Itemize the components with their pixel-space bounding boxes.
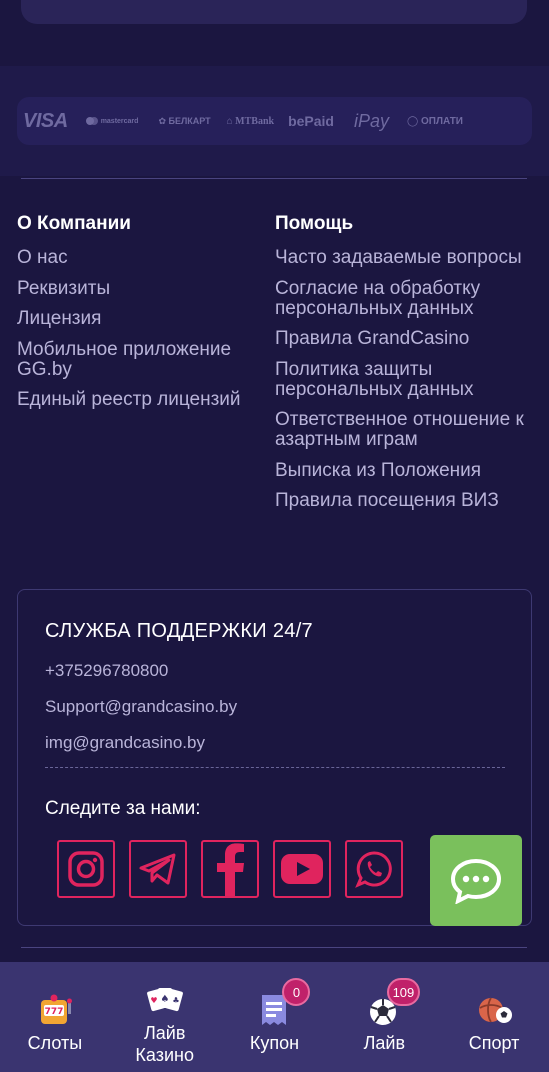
nav-sport-label: Спорт: [468, 1033, 520, 1053]
facebook-icon[interactable]: [201, 840, 259, 898]
nav-sport[interactable]: Спорт: [439, 962, 549, 1072]
chat-icon: [450, 858, 502, 904]
belkart-logo: ✿ БЕЛКАРТ: [158, 115, 211, 127]
nav-slots[interactable]: 777 Слоты: [0, 962, 110, 1072]
ipay-logo: iPay: [353, 110, 389, 131]
bottom-divider: [21, 947, 527, 948]
support-email[interactable]: Support@grandcasino.by: [45, 697, 237, 717]
support-phone[interactable]: +375296780800: [45, 661, 168, 681]
sport-balls-icon: [476, 992, 513, 1028]
bepaid-logo: bePaid: [288, 113, 334, 129]
visa-logo: VISA: [23, 109, 68, 132]
nav-coupon[interactable]: 0 Купон: [220, 962, 330, 1072]
coupon-badge: 0: [282, 978, 311, 1006]
soccer-ball-icon: 109: [366, 978, 421, 1028]
instagram-icon[interactable]: [57, 840, 115, 898]
link-mobile-app[interactable]: Мобильное приложение GG.by: [17, 339, 267, 380]
company-column: О Компании О нас Реквизиты Лицензия Моби…: [17, 213, 267, 421]
nav-live-casino[interactable]: ♠ ♥ ♣ Лайв Казино: [110, 962, 220, 1072]
payment-methods: VISA mastercard ✿ БЕЛКАРТ ⌂ MTBank bePai…: [17, 97, 532, 145]
support-title: СЛУЖБА ПОДДЕРЖКИ 24/7: [45, 620, 313, 642]
img-email[interactable]: img@grandcasino.by: [45, 733, 205, 753]
link-license[interactable]: Лицензия: [17, 309, 267, 329]
slot-machine-icon: 777: [37, 992, 73, 1028]
bottom-navigation: 777 Слоты ♠ ♥ ♣ Лайв Казино 0 Купон 109 …: [0, 962, 549, 1072]
svg-text:♠: ♠: [160, 994, 169, 1005]
mtbank-logo: ⌂ MTBank: [226, 115, 275, 127]
nav-live-label: Лайв: [363, 1033, 406, 1053]
coupon-icon: 0: [256, 978, 311, 1028]
live-badge: 109: [386, 978, 421, 1006]
chat-button[interactable]: [430, 835, 522, 926]
youtube-icon[interactable]: [273, 840, 331, 898]
top-card: [21, 0, 527, 24]
nav-coupon-label: Купон: [249, 1033, 300, 1053]
divider: [21, 178, 527, 179]
svg-text:♣: ♣: [172, 996, 179, 1005]
dashed-divider: [45, 767, 505, 768]
link-rules[interactable]: Правила GrandCasino: [275, 329, 535, 349]
nav-live[interactable]: 109 Лайв: [329, 962, 439, 1072]
link-license-registry[interactable]: Единый реестр лицензий: [17, 390, 267, 410]
link-visit-rules[interactable]: Правила посещения ВИЗ: [275, 491, 535, 511]
whatsapp-icon[interactable]: [345, 840, 403, 898]
link-responsible-gaming[interactable]: Ответственное отношение к азартным играм: [275, 410, 535, 450]
nav-live-casino-label: Лайв Казино: [135, 1023, 194, 1065]
link-regulation-extract[interactable]: Выписка из Положения: [275, 460, 535, 481]
svg-text:777: 777: [44, 1007, 63, 1017]
telegram-icon[interactable]: [129, 840, 187, 898]
help-column: Помощь Часто задаваемые вопросы Согласие…: [275, 213, 535, 522]
social-links: [57, 840, 403, 898]
follow-us-label: Следите за нами:: [45, 798, 201, 819]
cards-icon: ♠ ♥ ♣: [146, 982, 183, 1018]
svg-text:♥: ♥: [150, 996, 157, 1005]
oplati-logo: ◯ ОПЛАТИ: [407, 115, 463, 127]
help-title: Помощь: [275, 213, 354, 234]
nav-slots-label: Слоты: [27, 1033, 83, 1053]
link-faq[interactable]: Часто задаваемые вопросы: [275, 248, 535, 268]
mastercard-logo: mastercard: [85, 117, 138, 125]
link-data-consent[interactable]: Согласие на обработку персональных данны…: [275, 278, 535, 319]
link-privacy-policy[interactable]: Политика защиты персональных данных: [275, 359, 535, 400]
company-title: О Компании: [17, 213, 131, 234]
link-about[interactable]: О нас: [17, 248, 267, 268]
link-requisites[interactable]: Реквизиты: [17, 278, 267, 299]
